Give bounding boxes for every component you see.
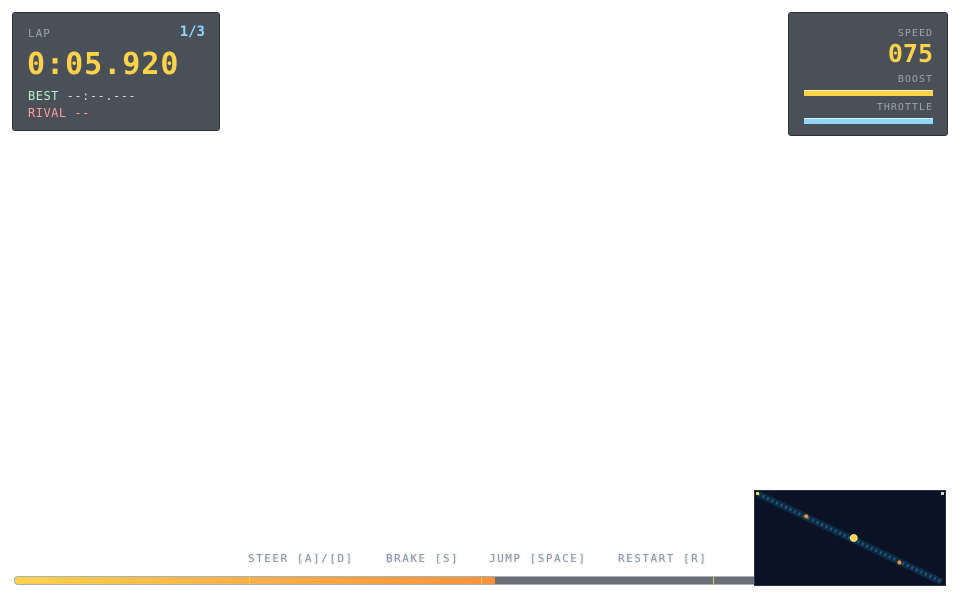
rival-label: RIVAL (28, 106, 67, 120)
steer-hint: STEER [A]/[D] (248, 552, 354, 565)
boost-meter-fill (804, 90, 933, 96)
speed-readout: 075 (887, 39, 933, 68)
progress-checkpoint-1 (249, 577, 251, 584)
jump-hint: JUMP [SPACE] (489, 552, 587, 565)
lap-label: LAP (28, 27, 51, 40)
track-progress-bar (14, 576, 754, 585)
progress-checkpoint-2 (480, 577, 482, 584)
restart-hint: RESTART [R] (618, 552, 708, 565)
rival-row: RIVAL -- (28, 106, 90, 120)
minimap-rival-marker-2 (897, 560, 902, 565)
best-lap-label: BEST (28, 89, 59, 103)
progress-checkpoint-3 (713, 577, 715, 584)
lap-timer: 0:05.920 (27, 47, 180, 82)
throttle-meter (804, 118, 933, 124)
game-viewport[interactable]: LAP 1/3 0:05.920 BEST --:--.--- RIVAL --… (0, 0, 960, 600)
track-progress-fill (15, 577, 496, 584)
throttle-label: THROTTLE (876, 102, 933, 113)
speed-label: SPEED (897, 28, 933, 39)
best-lap-value: --:--.--- (66, 89, 137, 103)
throttle-meter-fill (804, 118, 933, 124)
rival-value: -- (74, 106, 90, 120)
best-lap-row: BEST --:--.--- (28, 89, 136, 103)
boost-label: BOOST (897, 74, 933, 85)
lap-panel: LAP 1/3 0:05.920 BEST --:--.--- RIVAL -- (12, 12, 220, 131)
lap-count: 1/3 (179, 24, 205, 40)
speed-panel: SPEED 075 BOOST THROTTLE (788, 12, 948, 136)
boost-meter (804, 90, 933, 96)
minimap-canvas (756, 491, 944, 585)
minimap-player-marker (849, 534, 858, 542)
minimap-rival-marker-1 (804, 514, 809, 519)
minimap-corner-marker (941, 492, 944, 495)
minimap-start-marker (756, 492, 759, 495)
brake-hint: BRAKE [S] (386, 552, 460, 565)
minimap (754, 490, 946, 586)
